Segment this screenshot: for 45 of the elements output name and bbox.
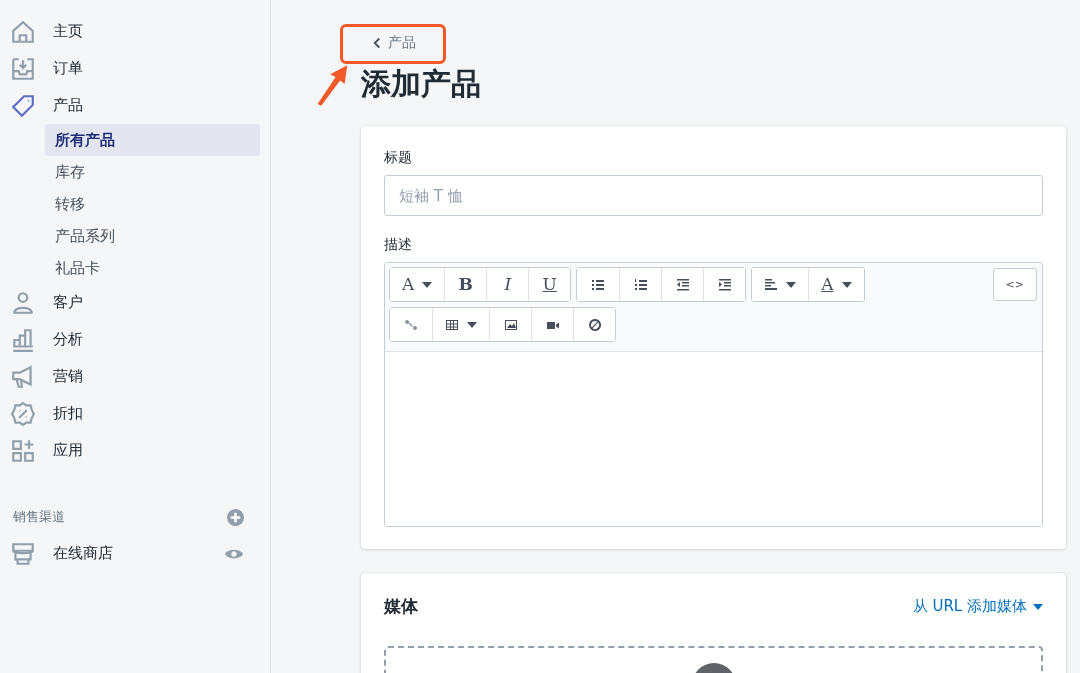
card-title: 媒体 bbox=[384, 595, 418, 618]
nav-item[interactable]: 客户 bbox=[10, 284, 260, 321]
field-label: 描述 bbox=[384, 236, 413, 254]
table-icon bbox=[445, 317, 459, 332]
url-link[interactable]: 从 URL 添加媒体 bbox=[912, 597, 1043, 616]
chevron-left-icon bbox=[373, 37, 381, 49]
store-icon bbox=[10, 540, 36, 567]
numbers-icon bbox=[633, 277, 648, 292]
link-icon bbox=[404, 317, 418, 332]
color-button[interactable]: A bbox=[808, 268, 864, 301]
underline-button[interactable]: U bbox=[528, 268, 571, 301]
indent-button[interactable] bbox=[703, 268, 746, 301]
nav-item[interactable]: 订单 bbox=[10, 50, 260, 87]
caret-icon bbox=[841, 281, 852, 288]
nav-item[interactable]: 在线商店 bbox=[53, 544, 113, 563]
image-icon bbox=[503, 317, 518, 332]
nav-item[interactable]: 应用 bbox=[10, 432, 260, 469]
nav-subitem[interactable]: 礼品卡 bbox=[45, 252, 260, 284]
caret-icon bbox=[467, 321, 477, 328]
clear-button[interactable] bbox=[573, 308, 615, 341]
title-field[interactable]: 短袖 T 恤 bbox=[384, 175, 1043, 216]
indent-icon bbox=[717, 277, 732, 292]
nav-subitem[interactable]: 所有产品 bbox=[45, 124, 260, 156]
add-icon[interactable] bbox=[226, 507, 245, 527]
caret-icon bbox=[422, 281, 433, 288]
caret-icon bbox=[1033, 603, 1043, 610]
nav-subitem[interactable]: 转移 bbox=[45, 188, 260, 220]
caret-icon bbox=[786, 281, 797, 288]
bullets-icon bbox=[591, 277, 606, 292]
field-label: 标题 bbox=[384, 149, 413, 167]
align-icon bbox=[764, 277, 779, 292]
html-button[interactable]: <> bbox=[992, 268, 1037, 301]
nav-subitem[interactable]: 库存 bbox=[45, 156, 260, 188]
nav-item[interactable]: 主页 bbox=[10, 13, 260, 50]
nav-item[interactable]: 折扣 bbox=[10, 395, 260, 432]
nav-item[interactable]: 分析 bbox=[10, 321, 260, 358]
nav-item[interactable]: 产品 bbox=[10, 87, 260, 124]
outdent-icon bbox=[675, 277, 690, 292]
section-heading: 销售渠道 bbox=[13, 508, 65, 526]
nav-subitem[interactable]: 产品系列 bbox=[45, 220, 260, 252]
clear-icon bbox=[587, 317, 602, 332]
nav-item[interactable]: 营销 bbox=[10, 358, 260, 395]
page-title: 添加产品 bbox=[361, 65, 482, 103]
back-link[interactable]: 产品 bbox=[361, 28, 416, 52]
rich-text-editor[interactable]: A B I U A <> bbox=[384, 262, 1043, 527]
